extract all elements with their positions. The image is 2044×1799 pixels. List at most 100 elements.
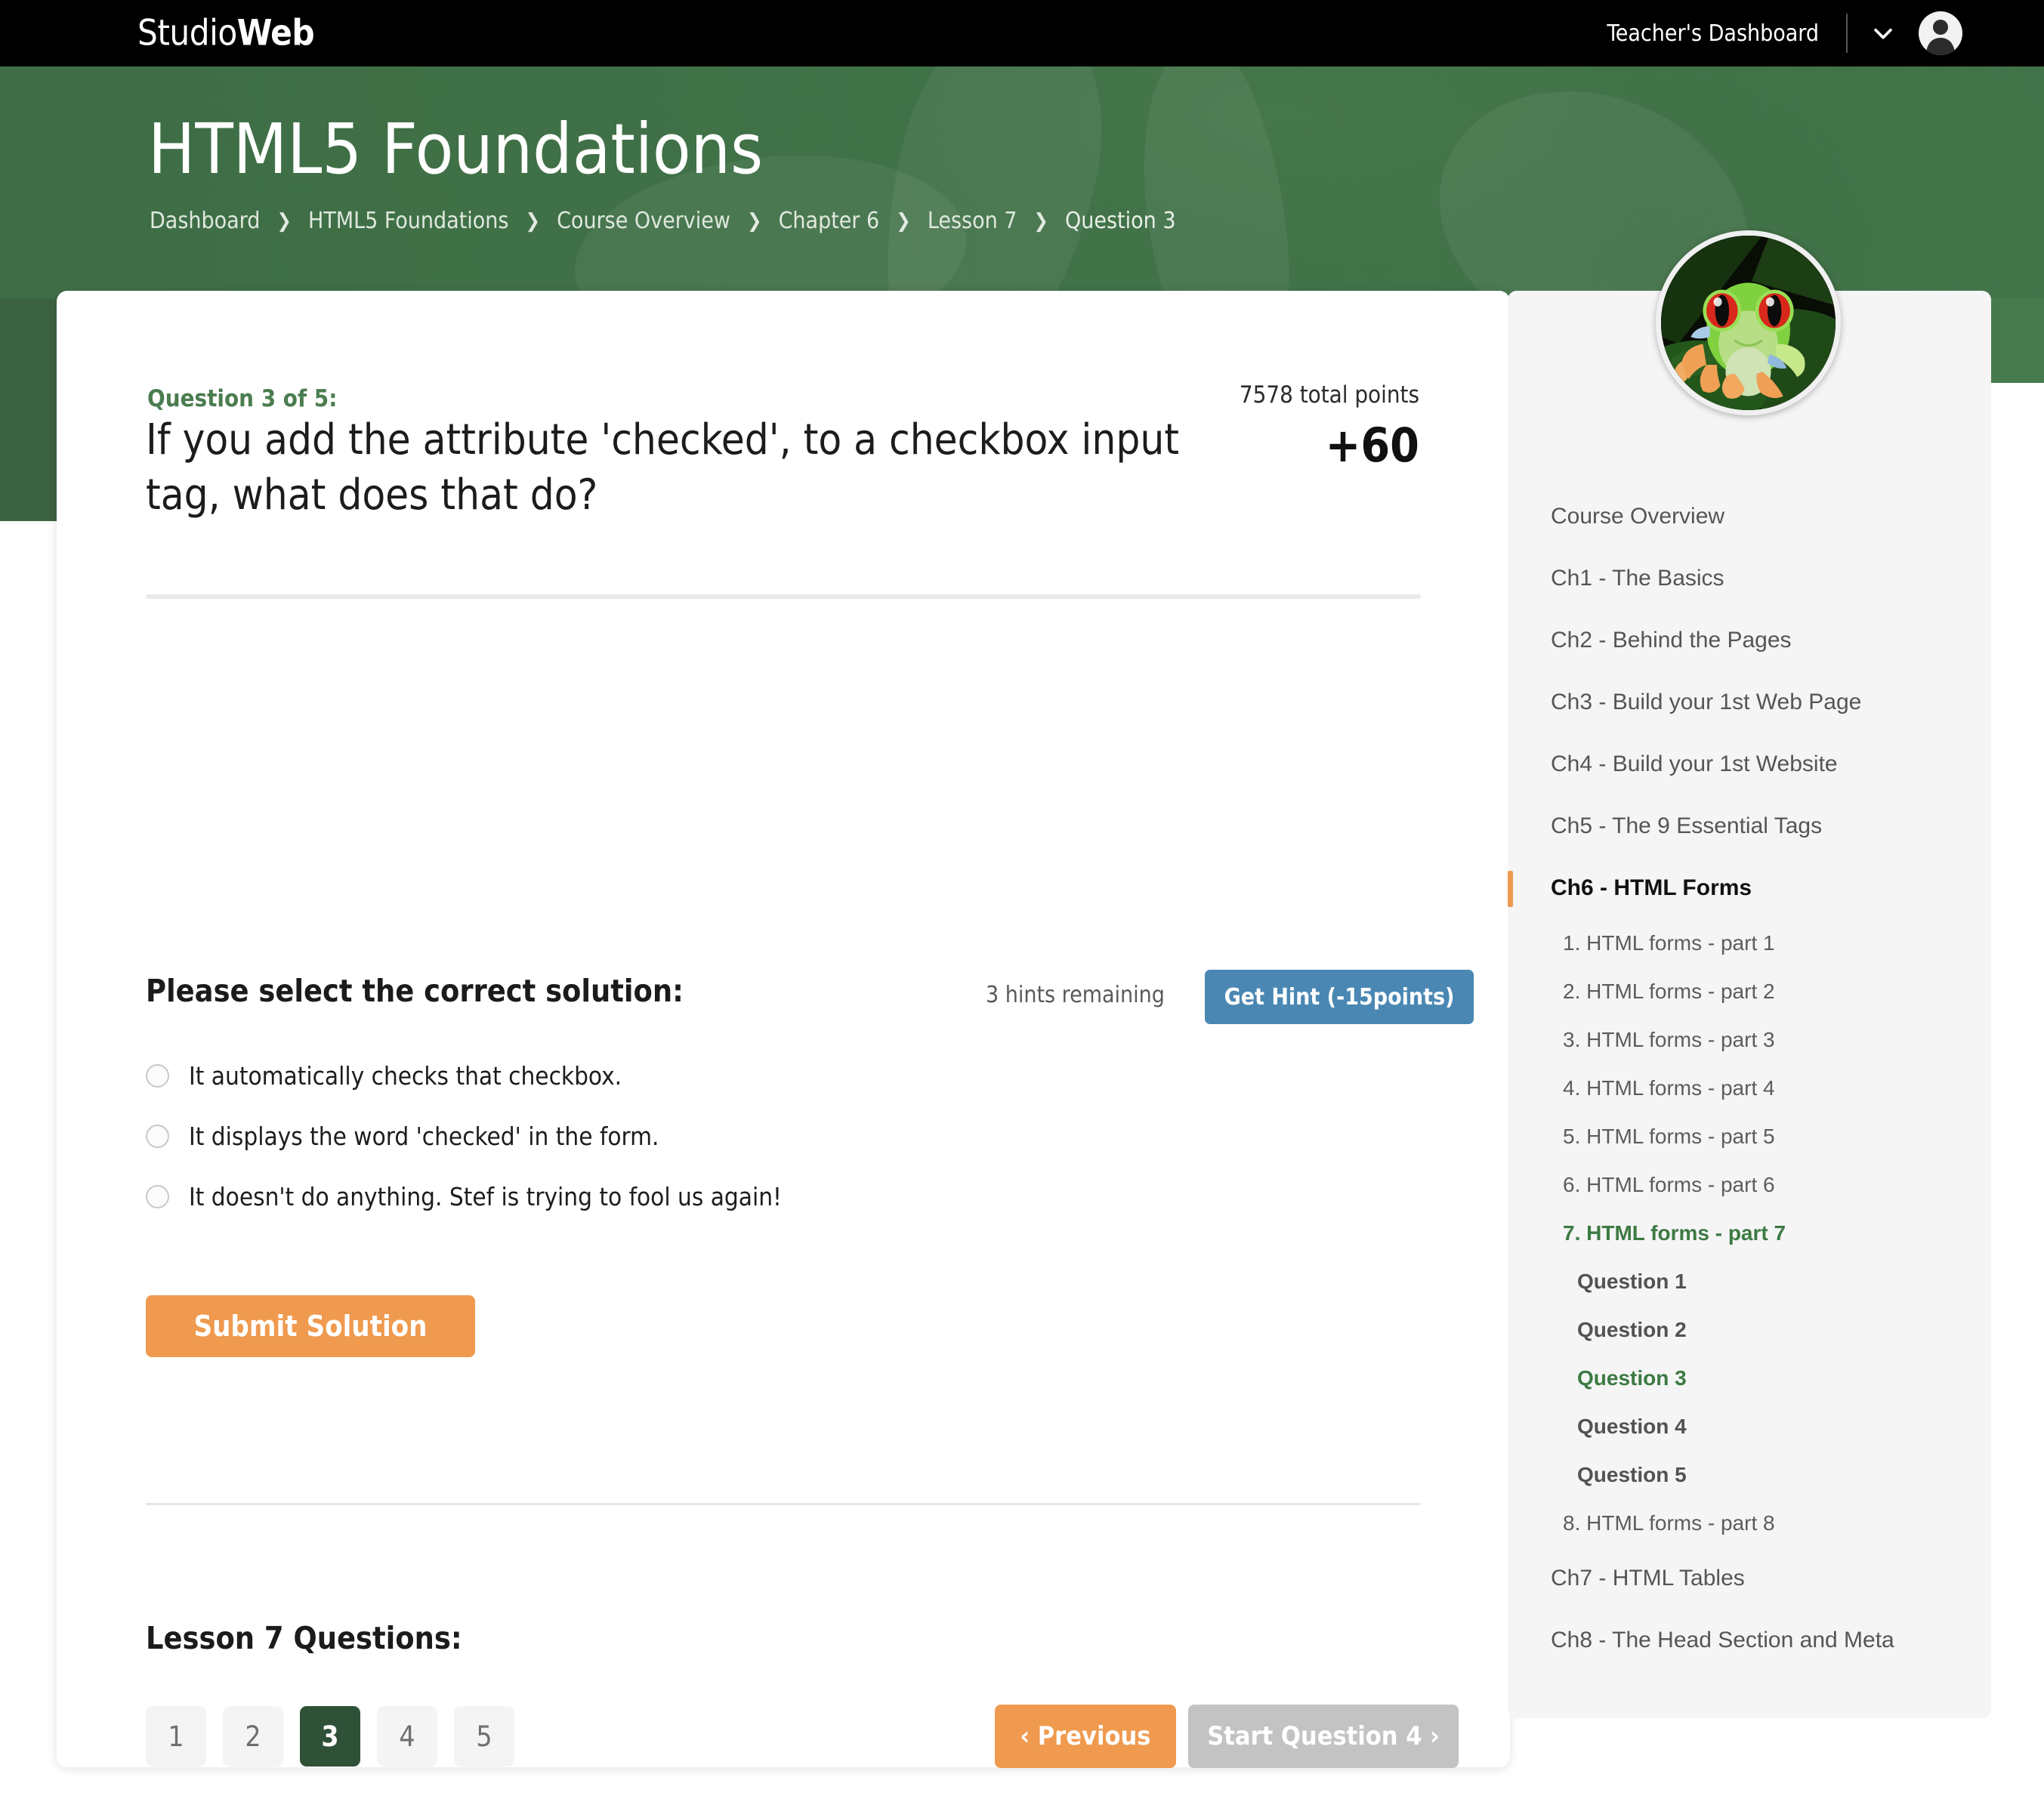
sidebar-item-ch1-the-basics[interactable]: Ch1 - The Basics xyxy=(1508,548,1991,609)
select-solution-label: Please select the correct solution: xyxy=(146,973,684,1009)
sidebar-item-2-html-forms-part-2[interactable]: 2. HTML forms - part 2 xyxy=(1508,967,1991,1016)
sidebar-item-ch3-build-your-1st-web-page[interactable]: Ch3 - Build your 1st Web Page xyxy=(1508,671,1991,733)
sidebar-item-label: Ch1 - The Basics xyxy=(1551,566,1724,591)
page-button-5[interactable]: 5 xyxy=(454,1706,514,1767)
sidebar-item-label: 8. HTML forms - part 8 xyxy=(1563,1511,1775,1535)
course-sidebar: Course Overview Ch1 - The Basics Ch2 - Beh… xyxy=(1508,291,1991,1718)
breadcrumb-separator-icon: ❯ xyxy=(1033,209,1049,233)
get-hint-button[interactable]: Get Hint (-15points) xyxy=(1205,970,1474,1024)
page-title: HTML5 Foundations xyxy=(148,109,764,190)
breadcrumb-item-course[interactable]: HTML5 Foundations xyxy=(308,208,508,234)
sidebar-item-label: Question 2 xyxy=(1577,1318,1687,1341)
sidebar-item-label: Question 5 xyxy=(1577,1463,1687,1486)
leaf-decoration-icon xyxy=(1120,66,1312,298)
sidebar-item-ch8-the-head-section-and-meta[interactable]: Ch8 - The Head Section and Meta xyxy=(1508,1609,1991,1671)
page-button-4[interactable]: 4 xyxy=(377,1706,437,1767)
sidebar-item-question-3[interactable]: Question 3 xyxy=(1508,1354,1991,1402)
start-next-question-button[interactable]: Start Question 4 › xyxy=(1188,1705,1459,1768)
studioweb-logo[interactable]: StudioWeb xyxy=(137,12,315,54)
sidebar-item-ch6-html-forms[interactable]: Ch6 - HTML Forms xyxy=(1508,857,1991,919)
frog-profile-photo[interactable] xyxy=(1656,230,1841,415)
course-navigation-list: Course Overview Ch1 - The Basics Ch2 - Beh… xyxy=(1508,486,1991,1671)
question-text: If you add the attribute 'checked', to a… xyxy=(146,415,1180,520)
radio-button-icon[interactable] xyxy=(146,1125,169,1148)
breadcrumb-item-overview[interactable]: Course Overview xyxy=(557,208,730,234)
question-card: Question 3 of 5: 7578 total points +60 I… xyxy=(57,291,1510,1768)
sidebar-item-ch7-html-tables[interactable]: Ch7 - HTML Tables xyxy=(1508,1548,1991,1609)
answer-option-2[interactable]: It displays the word 'checked' in the fo… xyxy=(146,1122,659,1151)
sidebar-item-course-overview[interactable]: Course Overview xyxy=(1508,486,1991,548)
sidebar-item-ch4-build-your-1st-website[interactable]: Ch4 - Build your 1st Website xyxy=(1508,733,1991,795)
sidebar-item-question-5[interactable]: Question 5 xyxy=(1508,1451,1991,1499)
sidebar-item-label: 4. HTML forms - part 4 xyxy=(1563,1076,1775,1100)
sidebar-item-label: Ch2 - Behind the Pages xyxy=(1551,628,1792,653)
previous-question-button[interactable]: ‹ Previous xyxy=(995,1705,1176,1768)
sidebar-item-question-1[interactable]: Question 1 xyxy=(1508,1257,1991,1306)
sidebar-item-label: Ch5 - The 9 Essential Tags xyxy=(1551,813,1823,838)
sidebar-item-label: Course Overview xyxy=(1551,504,1725,529)
sidebar-item-label: 3. HTML forms - part 3 xyxy=(1563,1028,1775,1051)
teacher-dashboard-link[interactable]: Teacher's Dashboard xyxy=(1607,20,1846,47)
radio-button-icon[interactable] xyxy=(146,1064,169,1088)
answer-option-3[interactable]: It doesn't do anything. Stef is trying t… xyxy=(146,1182,782,1211)
user-avatar-icon[interactable] xyxy=(1919,11,1962,55)
question-pagination: 1 2 3 4 5 xyxy=(146,1706,514,1767)
answer-option-label: It displays the word 'checked' in the fo… xyxy=(189,1122,659,1151)
sidebar-item-ch5-the-9-essential-tags[interactable]: Ch5 - The 9 Essential Tags xyxy=(1508,795,1991,857)
radio-button-icon[interactable] xyxy=(146,1185,169,1208)
sidebar-item-label: Ch3 - Build your 1st Web Page xyxy=(1551,690,1862,714)
page-button-1[interactable]: 1 xyxy=(146,1706,206,1767)
sidebar-item-label: 7. HTML forms - part 7 xyxy=(1563,1221,1786,1245)
sidebar-item-label: 5. HTML forms - part 5 xyxy=(1563,1125,1775,1148)
sidebar-item-label: 2. HTML forms - part 2 xyxy=(1563,980,1775,1003)
logo-text-web: Web xyxy=(236,12,315,54)
breadcrumb-item-question: Question 3 xyxy=(1065,208,1176,234)
lesson-questions-label: Lesson 7 Questions: xyxy=(146,1620,462,1656)
sidebar-item-label: Question 4 xyxy=(1577,1415,1687,1438)
sidebar-item-label: Ch8 - The Head Section and Meta xyxy=(1551,1628,1894,1652)
hero-right-extension xyxy=(1991,298,2044,383)
sidebar-item-8-html-forms-part-8[interactable]: 8. HTML forms - part 8 xyxy=(1508,1499,1991,1548)
sidebar-item-label: 1. HTML forms - part 1 xyxy=(1563,931,1775,955)
nav-divider xyxy=(1846,14,1848,53)
breadcrumb-separator-icon: ❯ xyxy=(896,209,911,233)
sidebar-item-6-html-forms-part-6[interactable]: 6. HTML forms - part 6 xyxy=(1508,1161,1991,1209)
page-root: StudioWeb Teacher's Dashboard HTML5 Foun… xyxy=(0,0,2044,1799)
submit-solution-button[interactable]: Submit Solution xyxy=(146,1295,475,1357)
sidebar-item-label: Question 1 xyxy=(1577,1270,1687,1293)
breadcrumb-item-chapter[interactable]: Chapter 6 xyxy=(779,208,880,234)
sidebar-item-label: Ch4 - Build your 1st Website xyxy=(1551,751,1838,776)
topnav-right-group: Teacher's Dashboard xyxy=(1607,0,1962,66)
sidebar-item-3-html-forms-part-3[interactable]: 3. HTML forms - part 3 xyxy=(1508,1016,1991,1064)
total-points-label: 7578 total points xyxy=(1239,381,1419,409)
sidebar-item-7-html-forms-part-7[interactable]: 7. HTML forms - part 7 xyxy=(1508,1209,1991,1257)
breadcrumb-separator-icon: ❯ xyxy=(276,209,292,233)
sidebar-item-4-html-forms-part-4[interactable]: 4. HTML forms - part 4 xyxy=(1508,1064,1991,1112)
sidebar-item-label: Question 3 xyxy=(1577,1366,1687,1390)
answer-option-label: It doesn't do anything. Stef is trying t… xyxy=(189,1182,782,1211)
sidebar-item-label: Ch6 - HTML Forms xyxy=(1551,875,1752,900)
hints-remaining-label: 3 hints remaining xyxy=(986,982,1165,1008)
sidebar-item-ch2-behind-the-pages[interactable]: Ch2 - Behind the Pages xyxy=(1508,609,1991,671)
divider-bottom xyxy=(146,1503,1421,1505)
page-button-3[interactable]: 3 xyxy=(300,1706,360,1767)
top-navigation-bar: StudioWeb Teacher's Dashboard xyxy=(0,0,2044,66)
breadcrumb-separator-icon: ❯ xyxy=(525,209,541,233)
breadcrumb: Dashboard ❯ HTML5 Foundations ❯ Course O… xyxy=(150,208,1176,234)
answer-option-label: It automatically checks that checkbox. xyxy=(189,1061,622,1091)
logo-text-studio: Studio xyxy=(137,12,237,54)
question-counter-label: Question 3 of 5: xyxy=(147,385,338,412)
points-gain-badge: +60 xyxy=(1325,418,1419,473)
sidebar-item-label: 6. HTML forms - part 6 xyxy=(1563,1173,1775,1196)
breadcrumb-separator-icon: ❯ xyxy=(746,209,762,233)
sidebar-item-5-html-forms-part-5[interactable]: 5. HTML forms - part 5 xyxy=(1508,1112,1991,1161)
breadcrumb-item-lesson[interactable]: Lesson 7 xyxy=(928,208,1017,234)
chevron-down-icon[interactable] xyxy=(1870,20,1896,46)
page-button-2[interactable]: 2 xyxy=(223,1706,283,1767)
breadcrumb-item-dashboard[interactable]: Dashboard xyxy=(150,208,260,234)
answer-option-1[interactable]: It automatically checks that checkbox. xyxy=(146,1061,622,1091)
sidebar-item-1-html-forms-part-1[interactable]: 1. HTML forms - part 1 xyxy=(1508,919,1991,967)
sidebar-item-question-4[interactable]: Question 4 xyxy=(1508,1402,1991,1451)
sidebar-item-question-2[interactable]: Question 2 xyxy=(1508,1306,1991,1354)
divider-top xyxy=(146,594,1421,599)
